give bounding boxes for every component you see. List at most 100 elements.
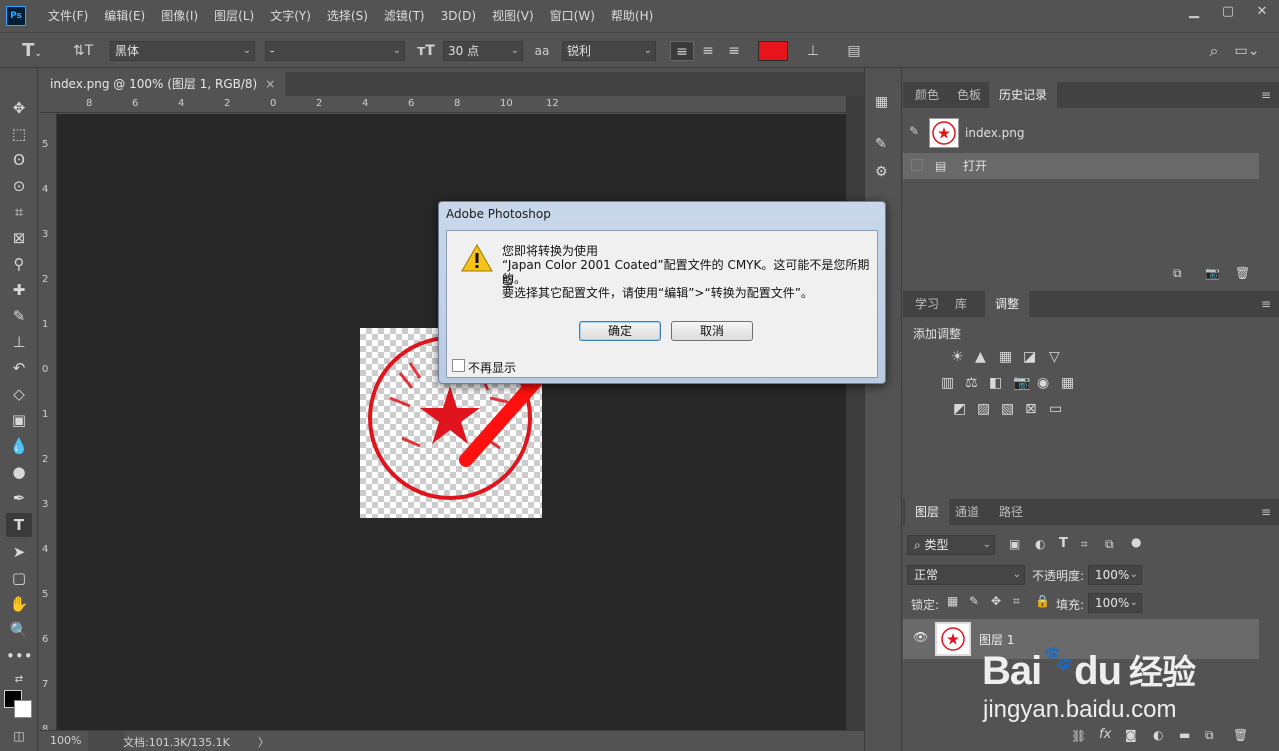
history-step-open[interactable]: ▤ 打开	[903, 153, 1259, 179]
channel-mixer-icon[interactable]: ◉	[1037, 375, 1049, 391]
tab-layers[interactable]: 图层	[905, 499, 950, 525]
font-family-select[interactable]: 黑体 ⌄	[110, 41, 255, 61]
new-layer-icon[interactable]: ⧉	[1205, 728, 1214, 743]
eyedropper-tool-icon[interactable]: ⚲	[6, 252, 32, 276]
vertical-scrollbar[interactable]	[846, 96, 864, 730]
brightness-contrast-icon[interactable]: ☀	[951, 349, 964, 365]
blend-mode-select[interactable]: 正常 ⌄	[907, 565, 1025, 585]
filter-shape-icon[interactable]: ⌗	[1081, 537, 1088, 552]
delete-icon[interactable]: 🗑	[1235, 266, 1250, 280]
type-tool-icon[interactable]: T	[6, 513, 32, 537]
threshold-icon[interactable]: ▧	[1001, 401, 1014, 417]
zoom-tool-icon[interactable]: 🔍	[6, 618, 32, 642]
history-snapshot[interactable]: ✎ index.png	[903, 116, 1259, 150]
panel-menu-icon[interactable]: ≡	[1261, 88, 1271, 102]
shape-tool-icon[interactable]: ▢	[6, 566, 32, 590]
fx-icon[interactable]: fx	[1099, 727, 1111, 742]
lasso-tool-icon[interactable]: ʘ	[6, 148, 32, 172]
type-tool-preset-icon[interactable]: T⌄	[18, 41, 46, 61]
selective-color-icon[interactable]: ⊠	[1025, 401, 1037, 417]
vibrance-icon[interactable]: ▽	[1049, 349, 1060, 365]
align-left-icon[interactable]: ≡	[670, 41, 694, 61]
black-white-icon[interactable]: ◧	[989, 375, 1002, 391]
tab-swatches[interactable]: 色板	[947, 82, 991, 108]
lock-artboard-icon[interactable]: ⌗	[1013, 594, 1020, 609]
marquee-tool-icon[interactable]: ⬚	[6, 122, 32, 146]
history-brush-source-icon[interactable]: ✎	[909, 116, 919, 146]
posterize-icon[interactable]: ▨	[977, 401, 990, 417]
frame-tool-icon[interactable]: ⊠	[6, 226, 32, 250]
font-style-select[interactable]: - ⌄	[265, 41, 405, 61]
dodge-tool-icon[interactable]: ●	[6, 460, 32, 484]
pen-tool-icon[interactable]: ✒	[6, 486, 32, 510]
panel-menu-icon[interactable]: ≡	[1261, 505, 1271, 519]
lock-pixels-icon[interactable]: ✎	[969, 594, 979, 608]
close-icon[interactable]: ×	[265, 77, 275, 91]
menu-item[interactable]: 文件(F)	[40, 0, 96, 32]
text-orientation-icon[interactable]: ⇅T	[70, 41, 96, 61]
menu-item[interactable]: 窗口(W)	[542, 0, 603, 32]
history-brush-icon[interactable]: ↶	[6, 356, 32, 380]
brush-tool-icon[interactable]: ✎	[6, 304, 32, 328]
tab-history[interactable]: 历史记录	[989, 82, 1058, 108]
text-color-swatch[interactable]	[758, 41, 788, 61]
menu-item[interactable]: 图层(L)	[206, 0, 262, 32]
quick-select-tool-icon[interactable]: ⊙	[6, 174, 32, 198]
healing-brush-icon[interactable]: ✚	[6, 278, 32, 302]
status-menu-arrow[interactable]: 〉	[258, 734, 269, 750]
new-adjustment-icon[interactable]: ◐	[1153, 728, 1163, 742]
font-size-select[interactable]: 30 点 ⌄	[443, 41, 523, 61]
properties-icon[interactable]: ⚙	[875, 164, 888, 180]
ok-button[interactable]: 确定	[579, 321, 661, 341]
cancel-button[interactable]: 取消	[671, 321, 753, 341]
close-window-icon[interactable]: ✕	[1245, 0, 1279, 22]
exposure-icon[interactable]: ◪	[1023, 349, 1036, 365]
menu-item[interactable]: 帮助(H)	[603, 0, 661, 32]
opacity-input[interactable]: 100% ⌄	[1088, 565, 1142, 585]
tab-adjustments[interactable]: 调整	[985, 291, 1030, 317]
character-panel-icon[interactable]: ▤	[842, 41, 866, 61]
lock-position-icon[interactable]: ✥	[991, 594, 1001, 608]
move-tool-icon[interactable]: ✥	[6, 96, 32, 120]
color-balance-icon[interactable]: ⚖	[965, 375, 978, 391]
color-lookup-icon[interactable]: ▦	[1061, 375, 1074, 391]
clone-stamp-icon[interactable]: ⊥	[6, 330, 32, 354]
photo-filter-icon[interactable]: 📷	[1013, 375, 1030, 391]
new-group-icon[interactable]: ▬	[1179, 728, 1190, 742]
filter-adjustment-icon[interactable]: ◐	[1035, 537, 1045, 551]
menu-item[interactable]: 3D(D)	[433, 0, 484, 32]
gradient-map-icon[interactable]: ▭	[1049, 401, 1062, 417]
swap-colors-icon[interactable]: ⇄	[6, 668, 32, 692]
lock-all-icon[interactable]: 🔒	[1035, 594, 1050, 608]
antialias-select[interactable]: 锐利 ⌄	[562, 41, 656, 61]
search-icon[interactable]: ⌕	[1203, 41, 1225, 61]
warp-text-icon[interactable]: ⊥	[802, 41, 824, 61]
blur-tool-icon[interactable]: 💧	[6, 434, 32, 458]
gradient-tool-icon[interactable]: ▣	[6, 408, 32, 432]
more-tools-icon[interactable]: •••	[6, 644, 33, 668]
add-mask-icon[interactable]: ◙	[1125, 728, 1137, 742]
workspace-icon[interactable]: ▭⌄	[1232, 41, 1262, 61]
minimize-icon[interactable]: ▁	[1177, 0, 1211, 22]
invert-icon[interactable]: ◩	[953, 401, 966, 417]
curves-icon[interactable]: ▦	[999, 349, 1012, 365]
menu-item[interactable]: 图像(I)	[153, 0, 206, 32]
filter-toggle-icon[interactable]: ●	[1131, 535, 1141, 549]
menu-item[interactable]: 视图(V)	[484, 0, 542, 32]
info-panel-icon[interactable]: ▦	[875, 94, 888, 110]
document-tab[interactable]: index.png @ 100% (图层 1, RGB/8) ×	[40, 72, 286, 96]
tab-paths[interactable]: 路径	[989, 499, 1033, 525]
history-checkbox[interactable]	[911, 159, 923, 171]
filter-smart-object-icon[interactable]: ⧉	[1105, 537, 1114, 552]
align-right-icon[interactable]: ≡	[722, 41, 746, 61]
tab-channels[interactable]: 通道	[945, 499, 989, 525]
zoom-level[interactable]: 100%	[50, 734, 81, 747]
tab-color[interactable]: 颜色	[905, 82, 949, 108]
dont-show-checkbox[interactable]	[452, 359, 465, 372]
hue-saturation-icon[interactable]: ▥	[941, 375, 954, 391]
crop-tool-icon[interactable]: ⌗	[6, 200, 32, 224]
filter-type-icon[interactable]: T	[1059, 536, 1068, 551]
align-center-icon[interactable]: ≡	[696, 41, 720, 61]
menu-item[interactable]: 滤镜(T)	[376, 0, 433, 32]
eye-icon[interactable]: 👁	[913, 630, 928, 644]
